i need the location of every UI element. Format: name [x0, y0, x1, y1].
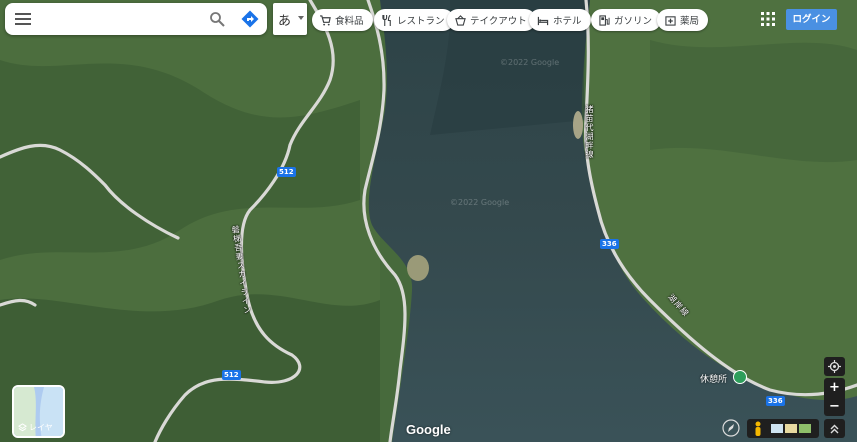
gas-station-icon	[599, 14, 610, 26]
directions-icon[interactable]	[241, 10, 259, 28]
chip-label: レストラン	[397, 16, 445, 27]
ime-label: あ	[278, 14, 292, 29]
my-location-icon	[828, 360, 841, 373]
takeout-icon	[455, 14, 466, 26]
my-location-button[interactable]	[824, 357, 845, 376]
satellite-map[interactable]	[0, 0, 857, 442]
login-button[interactable]: ログイン	[786, 9, 837, 30]
map-watermark: ©2022 Google	[500, 58, 560, 67]
route-shield-512: 512	[277, 167, 296, 177]
poi-label[interactable]: 休憩所	[700, 372, 727, 385]
chip-hotels[interactable]: ホテル	[529, 9, 591, 31]
layers-label: レイヤ	[29, 423, 53, 432]
chip-restaurants[interactable]: レストラン	[374, 9, 454, 31]
route-shield-336: 336	[766, 396, 785, 406]
route-shield-512: 512	[222, 370, 241, 380]
chip-label: テイクアウト	[470, 16, 527, 27]
zoom-in-button[interactable]: +	[824, 378, 845, 397]
chip-label: ホテル	[553, 16, 582, 27]
cart-icon	[320, 14, 331, 26]
rest-area-pin-icon[interactable]	[733, 370, 747, 384]
pharmacy-icon	[665, 15, 676, 26]
road-label: 猪苗代湖畔線	[585, 105, 594, 159]
chevron-up-icon	[830, 424, 839, 434]
google-logo: Google	[406, 422, 451, 437]
layers-button[interactable]: レイヤ	[12, 385, 65, 438]
chip-gas[interactable]: ガソリン	[591, 9, 662, 31]
search-box	[5, 3, 267, 35]
layers-label-wrap: レイヤ	[18, 422, 53, 433]
search-input[interactable]	[43, 9, 207, 31]
expand-button[interactable]	[824, 419, 845, 438]
zoom-out-button[interactable]: −	[824, 397, 845, 416]
chip-pharmacy[interactable]: 薬局	[657, 9, 709, 31]
route-shield-336: 336	[600, 239, 619, 249]
restaurant-icon	[382, 14, 391, 26]
chevron-down-icon	[298, 16, 304, 20]
zoom-control: + −	[824, 378, 845, 416]
menu-icon[interactable]	[15, 12, 31, 26]
map-bottom-bar	[747, 419, 819, 438]
chip-label: ガソリン	[614, 16, 653, 27]
hotel-icon	[537, 16, 549, 25]
chip-groceries[interactable]: 食料品	[312, 9, 373, 31]
layers-icon	[18, 423, 27, 432]
chip-label: 薬局	[680, 16, 700, 27]
search-icon[interactable]	[209, 11, 225, 27]
imagery-thumbnails-icon[interactable]	[771, 423, 811, 435]
apps-grid-icon[interactable]	[761, 12, 775, 26]
chip-label: 食料品	[335, 16, 364, 27]
ime-selector[interactable]: あ	[273, 3, 307, 35]
pegman-icon[interactable]	[753, 421, 763, 437]
map-watermark: ©2022 Google	[450, 198, 510, 207]
chip-takeout[interactable]: テイクアウト	[447, 9, 536, 31]
compass-icon[interactable]	[722, 419, 740, 437]
